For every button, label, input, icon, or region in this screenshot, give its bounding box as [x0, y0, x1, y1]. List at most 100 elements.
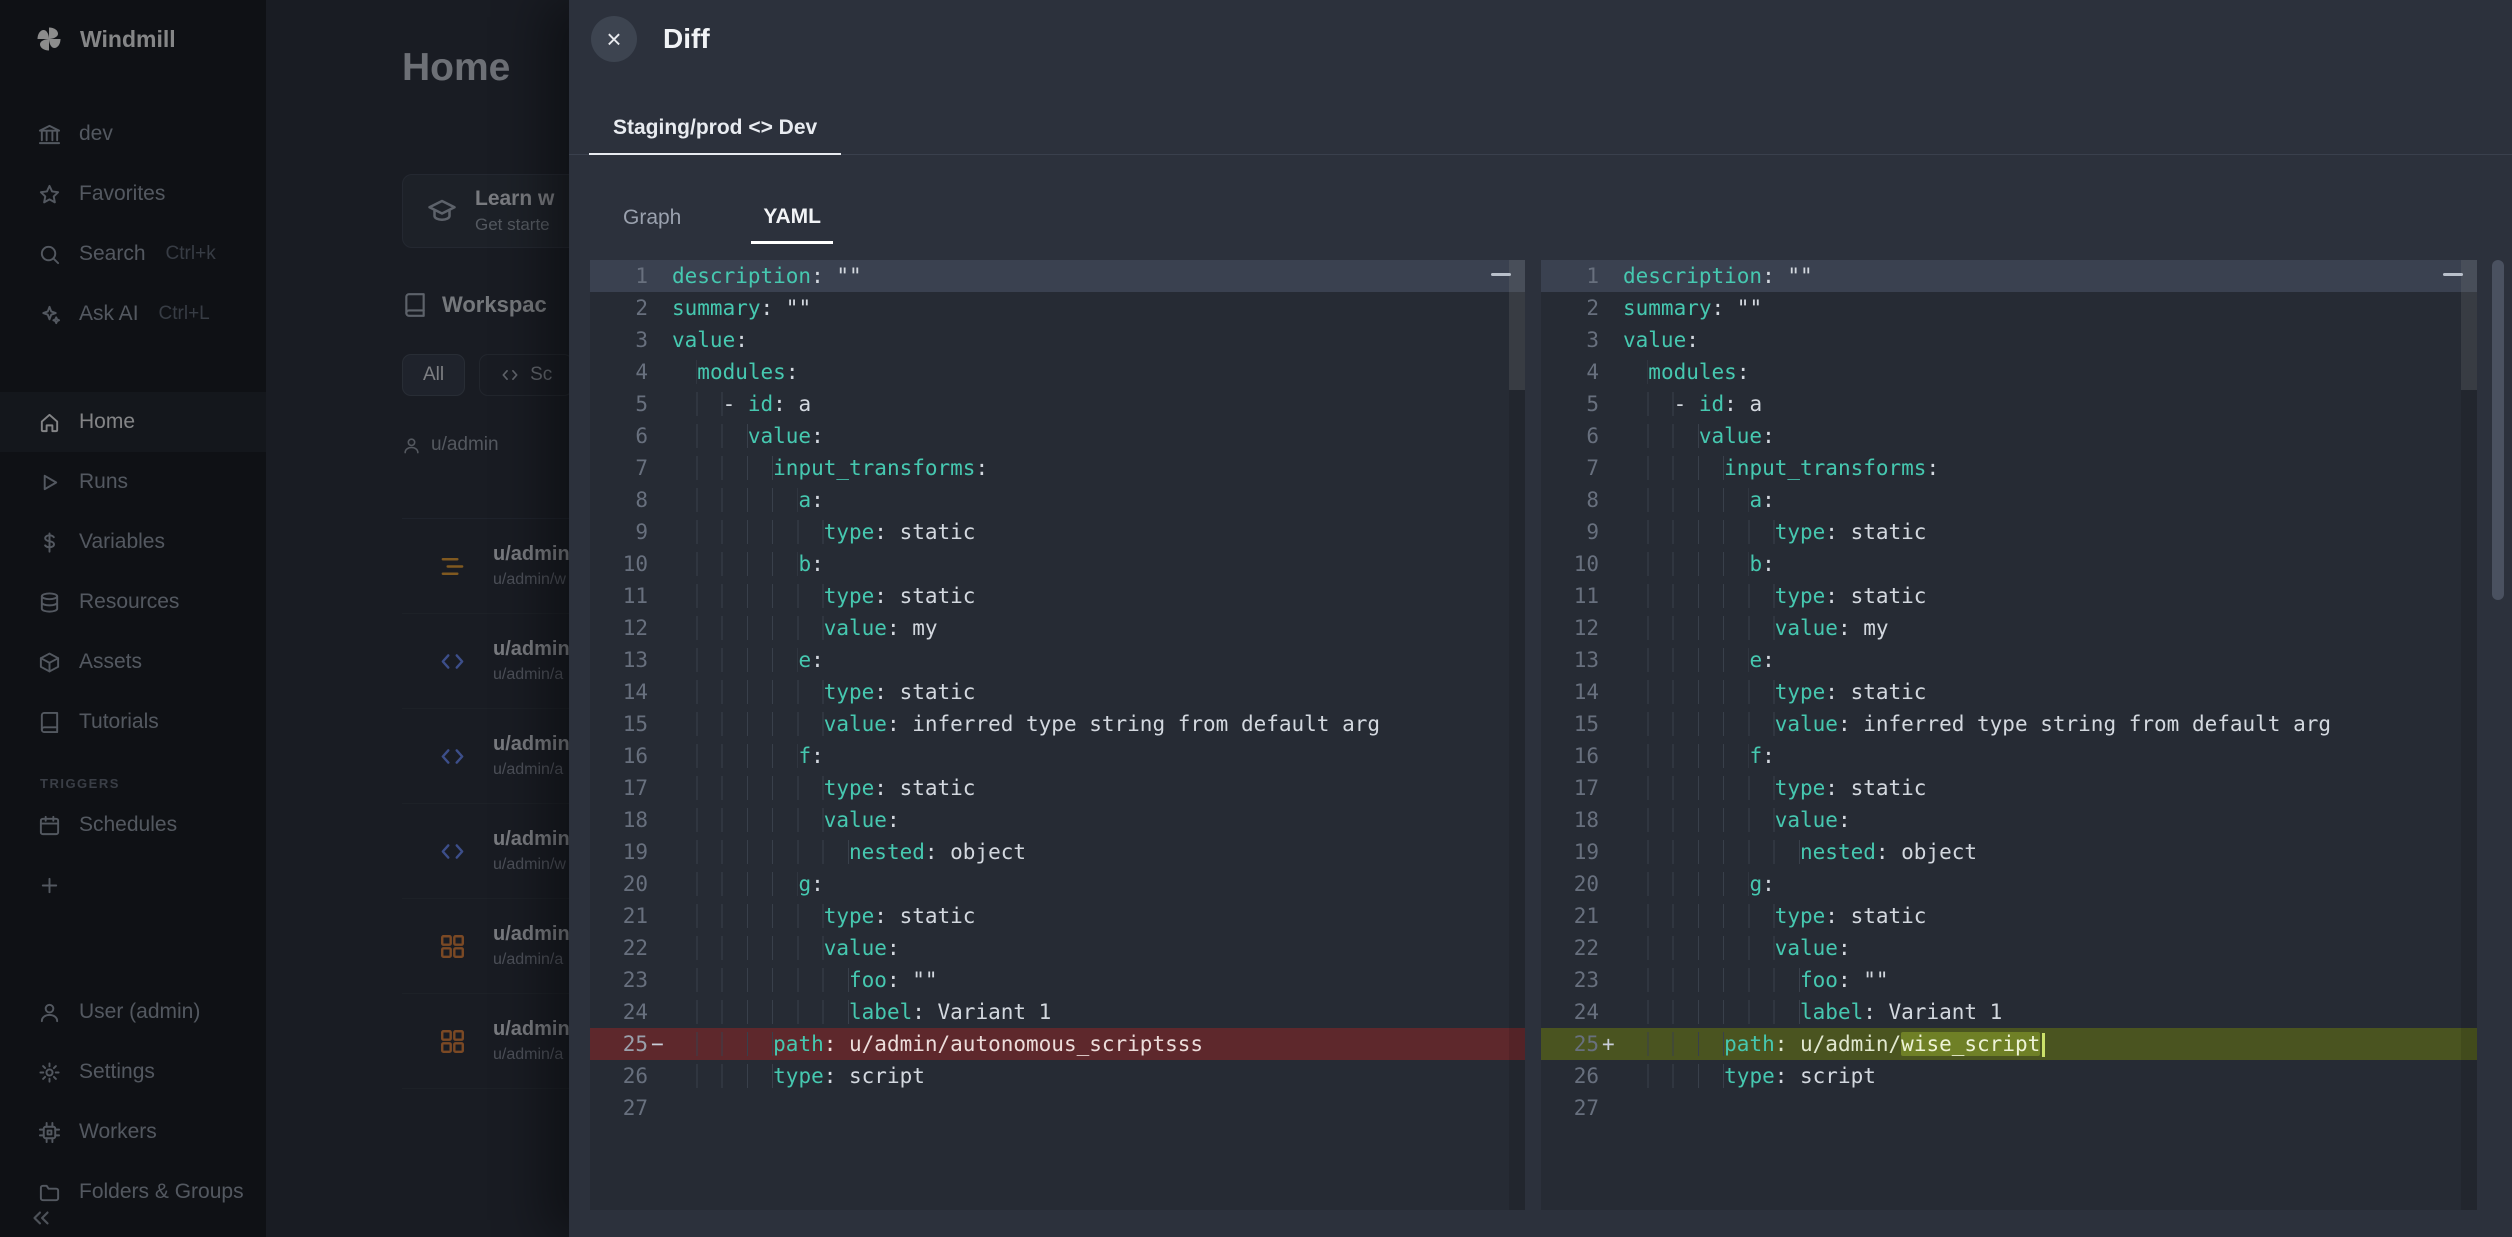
code-line[interactable]: 21 type: static: [590, 900, 1525, 932]
line-number: 7: [1541, 452, 1599, 484]
line-number: 12: [1541, 612, 1599, 644]
code-line[interactable]: 22 value:: [590, 932, 1525, 964]
line-number: 16: [590, 740, 648, 772]
code-line[interactable]: 4 modules:: [1541, 356, 2477, 388]
code-line[interactable]: 10 b:: [590, 548, 1525, 580]
code-line[interactable]: 22 value:: [1541, 932, 2477, 964]
line-number: 10: [590, 548, 648, 580]
code-line[interactable]: 12 value: my: [1541, 612, 2477, 644]
line-number: 8: [1541, 484, 1599, 516]
code-line[interactable]: 17 type: static: [1541, 772, 2477, 804]
panel-scrollbar-thumb[interactable]: [2461, 260, 2477, 390]
code-line[interactable]: 4 modules:: [590, 356, 1525, 388]
code-line[interactable]: 16 f:: [1541, 740, 2477, 772]
diff-sign: [1599, 676, 1623, 708]
code-line[interactable]: 19 nested: object: [590, 836, 1525, 868]
line-number: 5: [590, 388, 648, 420]
tab-staging-prod-dev[interactable]: Staging/prod <> Dev: [589, 102, 841, 155]
code-line[interactable]: 26 type: script: [590, 1060, 1525, 1092]
code-line[interactable]: 24 label: Variant 1: [1541, 996, 2477, 1028]
line-number: 27: [590, 1092, 648, 1124]
code-line[interactable]: 2summary: "": [1541, 292, 2477, 324]
panel-scrollbar-thumb[interactable]: [1509, 260, 1525, 390]
code-line[interactable]: 6 value:: [1541, 420, 2477, 452]
line-number: 18: [1541, 804, 1599, 836]
line-number: 5: [1541, 388, 1599, 420]
code-line[interactable]: 7 input_transforms:: [590, 452, 1525, 484]
code-line[interactable]: 14 type: static: [590, 676, 1525, 708]
tab-graph[interactable]: Graph: [611, 192, 693, 244]
code-line[interactable]: 27: [1541, 1092, 2477, 1124]
drawer-scrollbar-thumb[interactable]: [2492, 260, 2504, 600]
panel-scrollbar[interactable]: [1509, 260, 1525, 1210]
code-line[interactable]: 21 type: static: [1541, 900, 2477, 932]
code-line[interactable]: 13 e:: [1541, 644, 2477, 676]
code-line[interactable]: 24 label: Variant 1: [590, 996, 1525, 1028]
close-button[interactable]: ×: [591, 16, 637, 62]
diff-panel-left: 1description: ""2summary: ""3value:4 mod…: [590, 260, 1525, 1210]
line-number: 19: [590, 836, 648, 868]
line-number: 20: [1541, 868, 1599, 900]
code-line[interactable]: 19 nested: object: [1541, 836, 2477, 868]
code-line[interactable]: 23 foo: "": [590, 964, 1525, 996]
line-number: 6: [1541, 420, 1599, 452]
diff-sign: [1599, 900, 1623, 932]
code-line[interactable]: 13 e:: [590, 644, 1525, 676]
line-number: 17: [1541, 772, 1599, 804]
code-line[interactable]: 3value:: [1541, 324, 2477, 356]
code-line[interactable]: 6 value:: [590, 420, 1525, 452]
diff-sign: [648, 388, 672, 420]
minimize-icon[interactable]: [2443, 273, 2463, 276]
line-number: 21: [1541, 900, 1599, 932]
code-line[interactable]: 12 value: my: [590, 612, 1525, 644]
code-line[interactable]: 17 type: static: [590, 772, 1525, 804]
code-line[interactable]: 9 type: static: [1541, 516, 2477, 548]
code-line[interactable]: 1description: "": [590, 260, 1525, 292]
code-line[interactable]: 15 value: inferred type string from defa…: [590, 708, 1525, 740]
code-line[interactable]: 5 - id: a: [1541, 388, 2477, 420]
diff-sign: [648, 644, 672, 676]
line-number: 13: [590, 644, 648, 676]
panel-scrollbar[interactable]: [2461, 260, 2477, 1210]
code-line[interactable]: 7 input_transforms:: [1541, 452, 2477, 484]
diff-sign: [1599, 580, 1623, 612]
code-line[interactable]: 27: [590, 1092, 1525, 1124]
code-line[interactable]: 14 type: static: [1541, 676, 2477, 708]
diff-sign: [1599, 740, 1623, 772]
code-line[interactable]: 26 type: script: [1541, 1060, 2477, 1092]
line-number: 15: [1541, 708, 1599, 740]
code-line[interactable]: 10 b:: [1541, 548, 2477, 580]
code-line[interactable]: 25+ path: u/admin/wise_script: [1541, 1028, 2477, 1060]
code-line[interactable]: 11 type: static: [1541, 580, 2477, 612]
code-line[interactable]: 5 - id: a: [590, 388, 1525, 420]
diff-drawer: × Diff Staging/prod <> Dev Graph YAML 1d…: [569, 0, 2512, 1237]
minimize-icon[interactable]: [1491, 273, 1511, 276]
diff-sign: [1599, 484, 1623, 516]
line-number: 3: [1541, 324, 1599, 356]
code-line[interactable]: 3value:: [590, 324, 1525, 356]
line-number: 22: [590, 932, 648, 964]
code-line[interactable]: 15 value: inferred type string from defa…: [1541, 708, 2477, 740]
code-line[interactable]: 18 value:: [1541, 804, 2477, 836]
line-number: 26: [590, 1060, 648, 1092]
diff-sign: [648, 996, 672, 1028]
diff-sign: [1599, 804, 1623, 836]
code-line[interactable]: 20 g:: [590, 868, 1525, 900]
code-line[interactable]: 25− path: u/admin/autonomous_scriptsss: [590, 1028, 1525, 1060]
code-line[interactable]: 8 a:: [590, 484, 1525, 516]
code-line[interactable]: 2summary: "": [590, 292, 1525, 324]
line-number: 22: [1541, 932, 1599, 964]
code-line[interactable]: 20 g:: [1541, 868, 2477, 900]
code-line[interactable]: 9 type: static: [590, 516, 1525, 548]
diff-sign: [648, 900, 672, 932]
diff-sign: [648, 452, 672, 484]
code-line[interactable]: 23 foo: "": [1541, 964, 2477, 996]
tab-yaml[interactable]: YAML: [751, 192, 833, 244]
code-line[interactable]: 16 f:: [590, 740, 1525, 772]
code-line[interactable]: 8 a:: [1541, 484, 2477, 516]
code-line[interactable]: 1description: "": [1541, 260, 2477, 292]
code-line[interactable]: 11 type: static: [590, 580, 1525, 612]
line-number: 11: [590, 580, 648, 612]
code-line[interactable]: 18 value:: [590, 804, 1525, 836]
diff-sign: [648, 484, 672, 516]
